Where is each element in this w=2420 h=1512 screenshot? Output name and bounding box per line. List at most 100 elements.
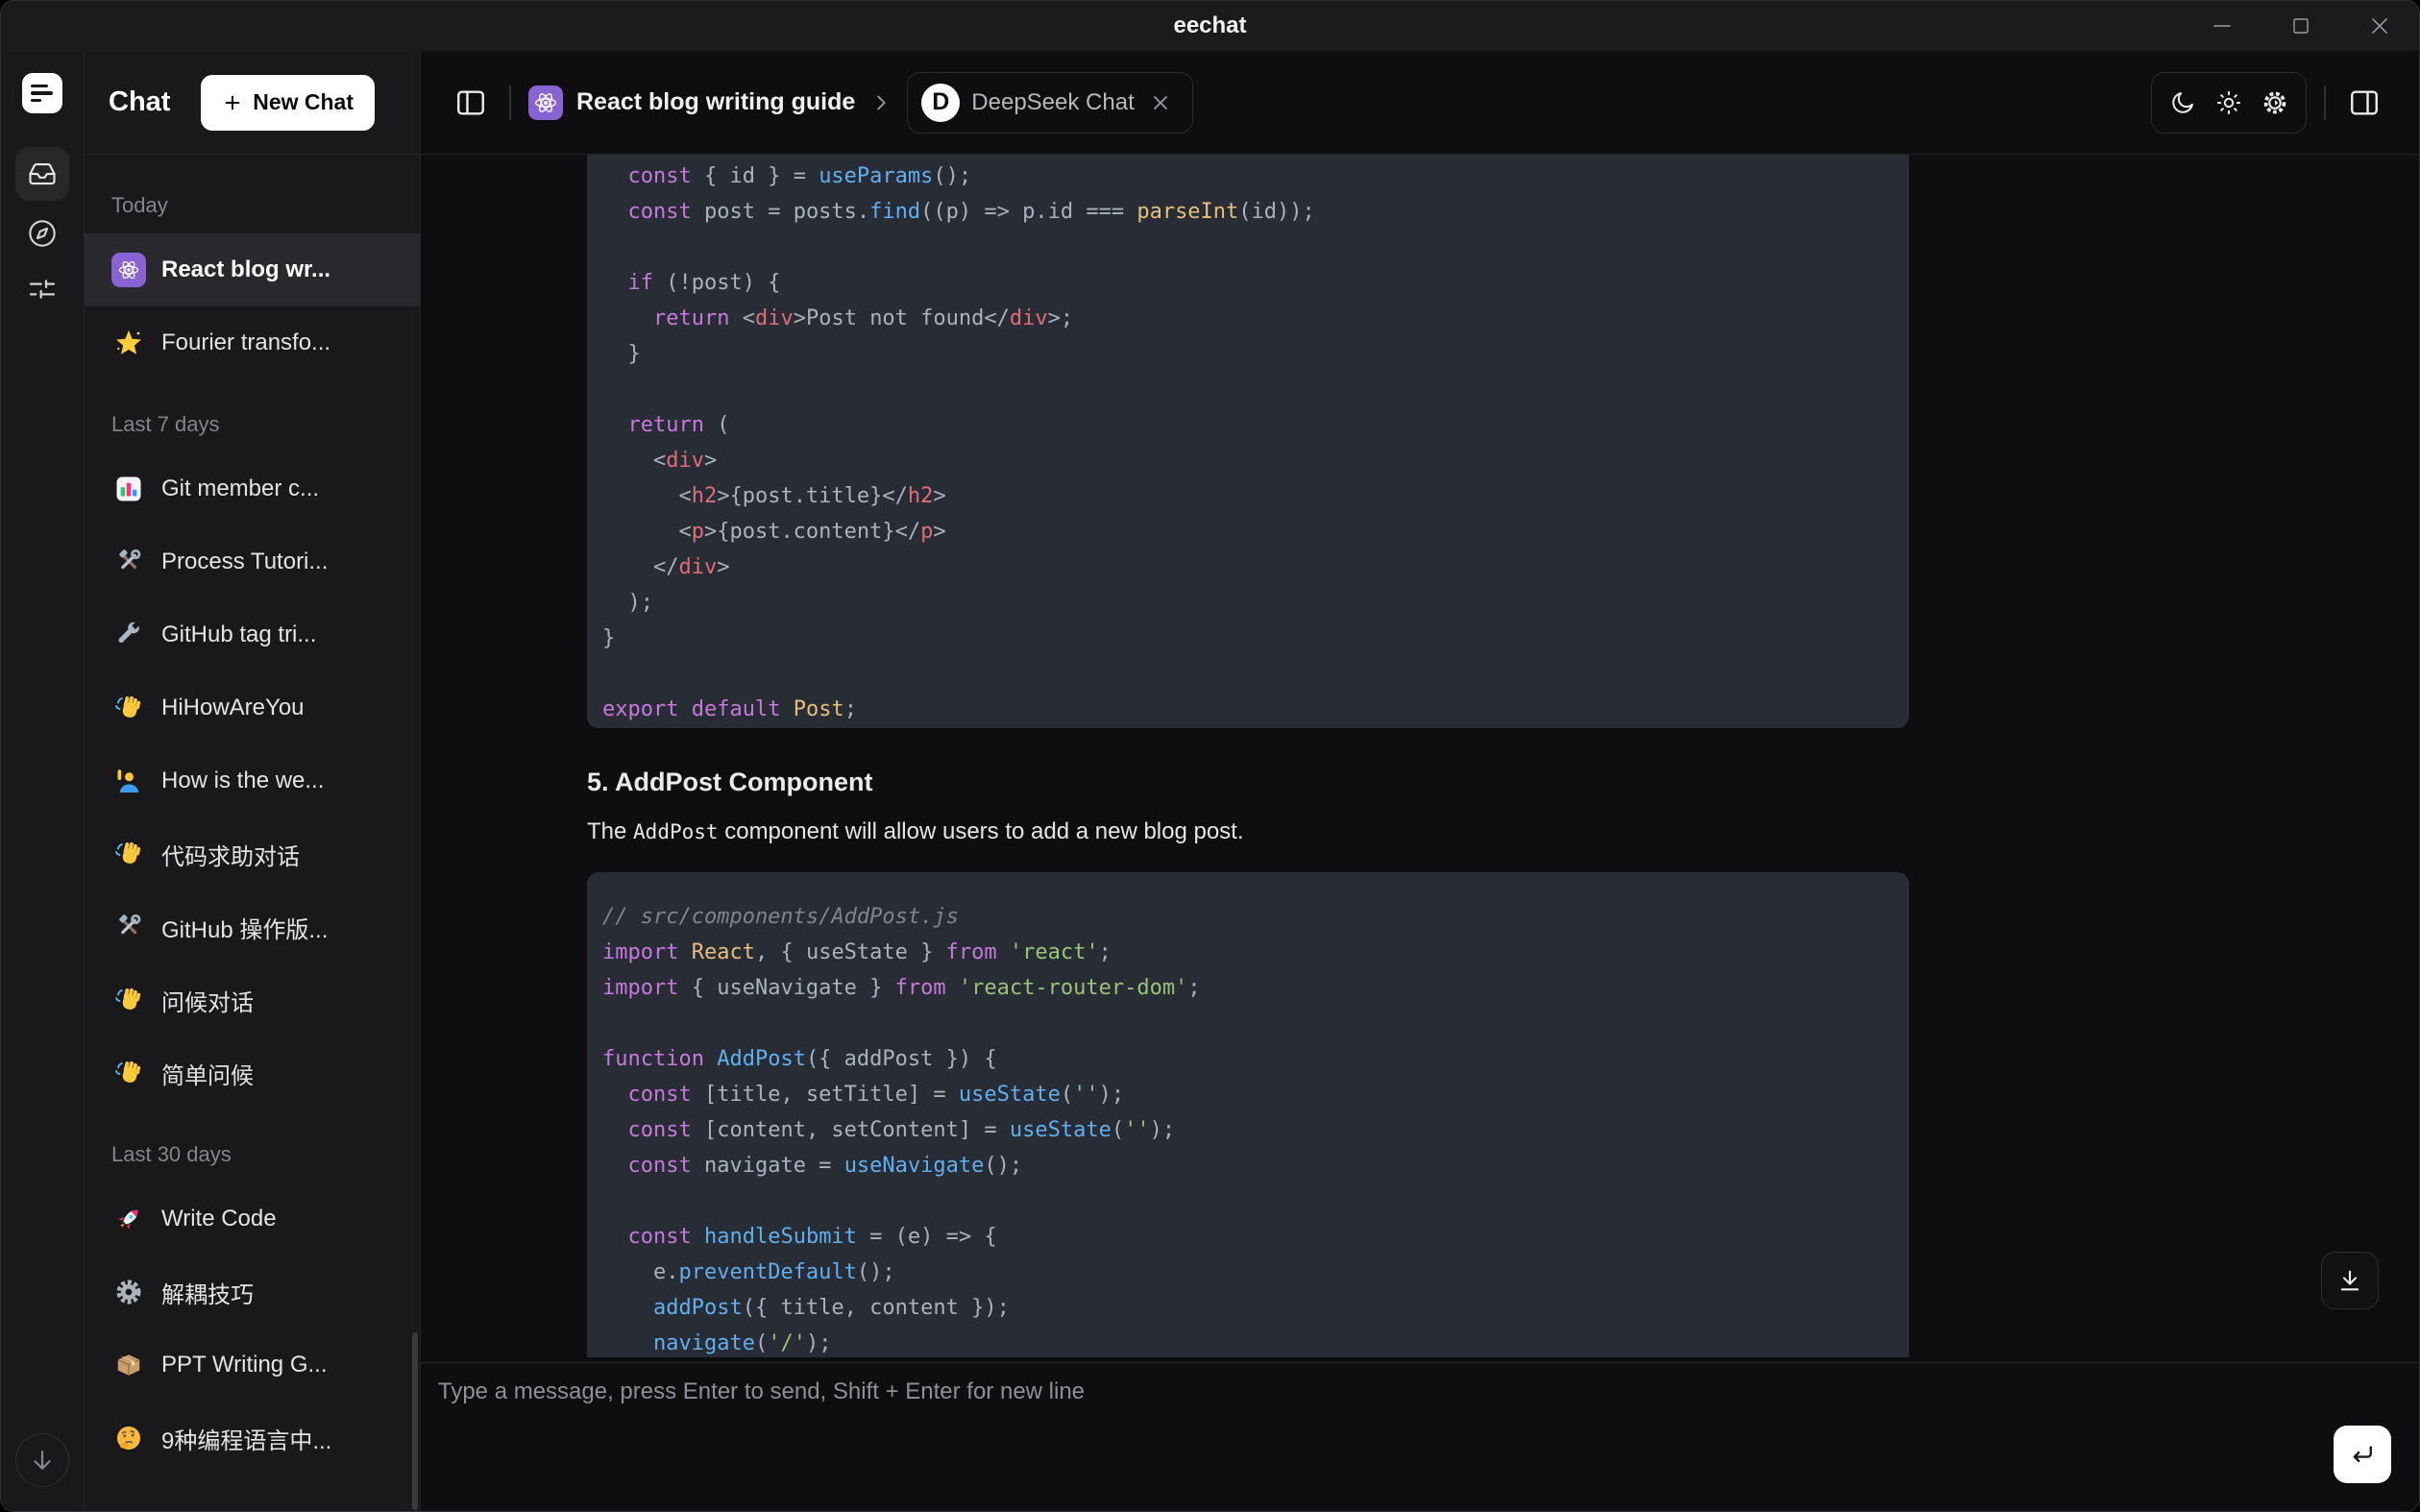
message-input[interactable]: [438, 1378, 2304, 1489]
header-divider: [509, 85, 511, 120]
chat-history-item[interactable]: Fourier transfo...: [85, 306, 420, 379]
tools-icon: [111, 910, 146, 944]
titlebar[interactable]: eechat: [1, 1, 2419, 51]
send-button[interactable]: [2334, 1426, 2391, 1483]
deepseek-logo: D: [921, 84, 960, 122]
main-panel: React blog writing guide D DeepSeek Chat: [421, 51, 2419, 1512]
close-icon: [1149, 91, 1172, 114]
main-header: React blog writing guide D DeepSeek Chat: [421, 51, 2419, 155]
model-tab[interactable]: D DeepSeek Chat: [907, 72, 1192, 134]
chat-history-item[interactable]: GitHub 操作版...: [85, 890, 420, 963]
code-block-post-component: const { id } = useParams(); const post =…: [587, 155, 1909, 728]
wave-icon: [111, 983, 146, 1017]
window-controls: [2206, 1, 2396, 51]
react-icon: [111, 253, 146, 287]
inbox-icon: [28, 159, 57, 188]
moon-icon: [2169, 89, 2196, 116]
enter-return-icon: [2348, 1440, 2377, 1469]
chat-history-list: TodayReact blog wr...Fourier transfo...L…: [85, 155, 420, 1512]
header-divider-2: [2324, 85, 2326, 120]
chevron-right-icon: [870, 92, 892, 113]
tools-icon: [111, 545, 146, 579]
chat-history-item[interactable]: PPT Writing G...: [85, 1329, 420, 1402]
toggle-sidebar-button[interactable]: [450, 82, 492, 124]
chat-item-label: GitHub tag tri...: [161, 622, 335, 648]
close-icon: [2367, 13, 2392, 38]
rail-chat-button[interactable]: [15, 147, 69, 201]
chat-message-area[interactable]: const { id } = useParams(); const post =…: [421, 155, 2419, 1362]
chat-history-item[interactable]: HiHowAreYou: [85, 671, 420, 744]
sidebar: Chat New Chat TodayReact blog wr...Fouri…: [85, 51, 421, 1512]
raisehand-icon: [111, 764, 146, 798]
section-label: Last 7 days: [85, 397, 420, 452]
panel-left-icon: [454, 86, 487, 119]
chat-history-item[interactable]: Process Tutori...: [85, 525, 420, 598]
arrow-down-icon: [28, 1446, 57, 1475]
paragraph: The AddPost component will allow users t…: [587, 818, 1909, 845]
chat-history-item[interactable]: 9种编程语言中...: [85, 1402, 420, 1475]
plus-icon: [222, 92, 243, 113]
model-tab-label: DeepSeek Chat: [971, 89, 1134, 116]
new-chat-label: New Chat: [253, 89, 354, 115]
dark-mode-button[interactable]: [2160, 80, 2206, 126]
chat-item-label: 代码求助对话: [161, 838, 319, 871]
chat-item-label: React blog wr...: [161, 256, 350, 283]
package-icon: [111, 1348, 146, 1382]
chat-history-item[interactable]: 简单问候: [85, 1036, 420, 1110]
star-icon: [111, 326, 146, 360]
sliders-icon: [27, 274, 58, 305]
chat-history-item[interactable]: How is the we...: [85, 744, 420, 817]
panel-right-icon: [2348, 86, 2381, 119]
minimize-icon: [2210, 13, 2235, 38]
chat-item-label: 解耦技巧: [161, 1276, 273, 1309]
rocket-icon: [111, 1202, 146, 1236]
wave-icon: [111, 837, 146, 871]
inline-code: AddPost: [633, 820, 719, 843]
download-arrow-icon: [2336, 1267, 2363, 1294]
light-mode-button[interactable]: [2206, 80, 2252, 126]
sidebar-header: Chat New Chat: [85, 51, 420, 155]
compass-icon: [27, 218, 58, 249]
theme-switcher: [2151, 72, 2307, 134]
section-heading: 5. AddPost Component: [587, 768, 1909, 797]
chat-history-item[interactable]: 代码求助对话: [85, 817, 420, 890]
sun-icon: [2215, 89, 2242, 116]
message-input-bar: [421, 1362, 2419, 1512]
topic-title: React blog writing guide: [576, 88, 855, 116]
rail-discover-button[interactable]: [15, 207, 69, 260]
close-button[interactable]: [2363, 10, 2396, 42]
chat-history-item[interactable]: Git member c...: [85, 452, 420, 525]
code-block-addpost: // src/components/AddPost.jsimport React…: [587, 872, 1909, 1357]
chat-history-item[interactable]: Write Code: [85, 1183, 420, 1256]
maximize-icon: [2289, 14, 2312, 37]
gear-icon: [2261, 88, 2289, 117]
chat-item-label: HiHowAreYou: [161, 695, 324, 721]
chat-item-label: 9种编程语言中...: [161, 1422, 351, 1455]
think-icon: [111, 1421, 146, 1455]
app-window: eechat Chat: [0, 0, 2420, 1512]
system-theme-button[interactable]: [2252, 80, 2298, 126]
chat-history-item[interactable]: GitHub tag tri...: [85, 598, 420, 671]
toggle-right-panel-button[interactable]: [2343, 82, 2385, 124]
chat-history-item[interactable]: 解耦技巧: [85, 1256, 420, 1329]
chat-item-label: GitHub 操作版...: [161, 911, 347, 944]
close-tab-button[interactable]: [1146, 88, 1175, 117]
chat-item-label: Write Code: [161, 1206, 296, 1232]
chat-history-item[interactable]: 问候对话: [85, 963, 420, 1036]
assistant-message: const { id } = useParams(); const post =…: [587, 155, 1909, 1357]
scroll-to-bottom-button[interactable]: [2321, 1252, 2379, 1309]
chat-item-label: How is the we...: [161, 768, 343, 794]
paragraph-text: component will allow users to add a new …: [719, 818, 1244, 844]
minimize-button[interactable]: [2206, 10, 2238, 42]
nav-rail: [1, 51, 85, 1512]
wrench-icon: [111, 618, 146, 652]
rail-settings-button[interactable]: [15, 262, 69, 316]
app-logo[interactable]: [22, 73, 62, 113]
chat-history-item[interactable]: React blog wr...: [85, 233, 420, 306]
sidebar-scrollbar[interactable]: [412, 1332, 418, 1510]
rail-scroll-down-button[interactable]: [15, 1433, 69, 1487]
maximize-button[interactable]: [2285, 10, 2317, 42]
new-chat-button[interactable]: New Chat: [201, 75, 375, 131]
react-topic-icon: [528, 85, 563, 120]
chat-item-label: Git member c...: [161, 476, 338, 502]
